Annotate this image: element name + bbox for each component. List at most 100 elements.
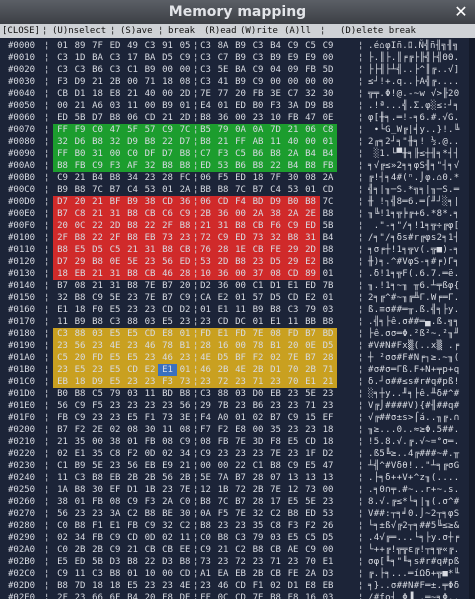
hex-byte[interactable]: A1 [198, 568, 213, 580]
hex-byte[interactable]: D5 [321, 532, 336, 544]
hex-byte[interactable]: 00 [233, 268, 248, 280]
hex-byte[interactable]: B8 [268, 304, 283, 316]
dump-row[interactable]: #00A0 ¦ B8 FB C9 F3 AF 32 B8 B8 ¦ ED 53 B6 B8 22 B4 B8 FB ¦… [0, 160, 475, 172]
hex-byte[interactable]: C5 [55, 352, 70, 364]
hex-byte[interactable]: 01 [321, 136, 336, 148]
hex-byte[interactable]: 23 [73, 592, 88, 599]
hex-byte[interactable]: 01 [216, 100, 231, 112]
hex-byte[interactable]: BB [198, 184, 213, 196]
hex-byte[interactable]: 22 [90, 232, 105, 244]
hex-byte[interactable]: B8 [108, 172, 123, 184]
hex-byte[interactable]: 22 [268, 160, 283, 172]
hex-byte[interactable]: C2 [125, 508, 140, 520]
hex-byte[interactable]: 2B [178, 472, 193, 484]
hex-byte[interactable]: C7 [198, 148, 213, 160]
hex-byte[interactable]: E1 [303, 376, 318, 388]
hex-byte[interactable]: 23 [125, 292, 140, 304]
hex-byte[interactable]: 21 [90, 268, 105, 280]
hex-byte[interactable]: 56 [178, 400, 193, 412]
hex-byte[interactable]: B8 [108, 568, 123, 580]
hex-byte[interactable]: 23 [108, 412, 123, 424]
hex-byte[interactable]: 23 [143, 400, 158, 412]
hex-byte[interactable]: 00 [178, 64, 193, 76]
hex-byte[interactable]: B1 [268, 340, 283, 352]
hex-byte[interactable]: B9 [125, 196, 140, 208]
hex-byte[interactable]: 49 [125, 40, 140, 52]
hex-byte[interactable]: 2B [303, 364, 318, 376]
hex-byte[interactable]: BA [143, 52, 158, 64]
hex-byte[interactable]: B4 [321, 148, 336, 160]
hex-byte[interactable]: E5 [108, 364, 123, 376]
hex-byte[interactable]: 46 [216, 580, 231, 592]
hex-byte[interactable]: FD [90, 352, 105, 364]
hex-byte[interactable]: 18 [73, 376, 88, 388]
hex-byte[interactable]: 56 [160, 472, 175, 484]
hex-byte[interactable]: 7E [198, 88, 213, 100]
hex-byte[interactable]: 23 [286, 388, 301, 400]
hex-byte[interactable]: B8 [90, 136, 105, 148]
hex-byte[interactable]: 29 [286, 244, 301, 256]
hex-byte[interactable]: 7E [268, 448, 283, 460]
hex-byte[interactable]: B4 [268, 40, 283, 52]
hex-byte[interactable]: 00 [321, 52, 336, 64]
hex-byte[interactable]: 7B [321, 280, 336, 292]
hex-byte[interactable]: F4 [198, 412, 213, 424]
hex-byte[interactable]: 10 [268, 112, 283, 124]
hex-byte[interactable]: BA [90, 52, 105, 64]
hex-byte[interactable]: B0 [73, 148, 88, 160]
hex-byte[interactable]: C9 [160, 124, 175, 136]
hex-byte[interactable]: C9 [178, 292, 193, 304]
hex-byte[interactable]: 79 [216, 124, 231, 136]
hex-byte[interactable]: B8 [286, 232, 301, 244]
hex-byte[interactable]: CB [251, 220, 266, 232]
hex-byte[interactable]: 31 [108, 268, 123, 280]
hex-byte[interactable]: B8 [178, 220, 193, 232]
hex-byte[interactable]: B7 [251, 184, 266, 196]
hex-byte[interactable]: 0E [321, 112, 336, 124]
hex-byte[interactable]: 1A [55, 484, 70, 496]
hex-byte[interactable]: F2 [216, 424, 231, 436]
hex-byte[interactable]: FB [321, 160, 336, 172]
dump-row[interactable]: #02E0 ¦ 2F 23 66 6F B4 20 E8 DE ¦ FF 0C CD 7E B8 E8 16 03 ¦… [0, 592, 475, 599]
hex-byte[interactable]: 00 [108, 148, 123, 160]
hex-byte[interactable]: 23 [90, 364, 105, 376]
hex-byte[interactable]: 28 [178, 268, 193, 280]
hex-byte[interactable]: C8 [108, 448, 123, 460]
dump-row[interactable]: #0040 ¦ CB D1 18 E8 21 40 00 2D ¦ 7E 77 20 FB 3E C7 32 30 ¦… [0, 88, 475, 100]
hex-byte[interactable]: D1 [73, 88, 88, 100]
hex-byte[interactable]: 5B [321, 220, 336, 232]
hex-byte[interactable]: FB [143, 436, 158, 448]
hex-byte[interactable]: B7 [160, 292, 175, 304]
dump-row[interactable]: #00F0 ¦ 20 0C 22 2D B8 22 2F B8 ¦ 21 31 B8 CB F6 C9 ED 5B ¦… [0, 220, 475, 232]
hex-byte[interactable]: 72 [233, 556, 248, 568]
hex-byte[interactable]: E9 [160, 460, 175, 472]
hex-byte[interactable]: CB [178, 244, 193, 256]
hex-byte[interactable]: D5 [268, 292, 283, 304]
hex-byte[interactable]: CB [143, 208, 158, 220]
dump-row[interactable]: #0010 ¦ C3 1D BA C3 17 BA D5 C9 ¦ C3 C7 B9 C3 B9 E9 E9 00 ¦… [0, 52, 475, 64]
hex-byte[interactable]: 01 [251, 316, 266, 328]
hex-byte[interactable]: 38 [108, 436, 123, 448]
hex-byte[interactable]: B8 [73, 292, 88, 304]
hex-byte[interactable]: AB [251, 136, 266, 148]
hex-byte[interactable]: 01 [233, 412, 248, 424]
hex-byte[interactable]: C9 [55, 172, 70, 184]
hex-byte[interactable]: C3 [108, 64, 123, 76]
hex-byte[interactable]: B9 [233, 52, 248, 64]
hex-byte[interactable]: F2 [125, 448, 140, 460]
hex-byte[interactable]: 08 [268, 268, 283, 280]
hex-byte[interactable]: 08 [198, 436, 213, 448]
hex-byte[interactable]: B8 [90, 316, 105, 328]
hex-byte[interactable]: 28 [216, 244, 231, 256]
hex-byte[interactable]: 01 [55, 40, 70, 52]
hex-byte[interactable]: 38 [268, 208, 283, 220]
hex-byte[interactable]: C3 [198, 64, 213, 76]
hex-byte[interactable]: 72 [216, 376, 231, 388]
dump-row[interactable]: #00B0 ¦ C9 21 B4 B8 34 23 28 FC ¦ 06 F5 ED 18 7F 30 08 2A ¦… [0, 172, 475, 184]
hex-byte[interactable]: 2E [90, 424, 105, 436]
hex-byte[interactable]: F3 [268, 100, 283, 112]
hex-byte[interactable]: FB [73, 160, 88, 172]
hex-byte[interactable]: 23 [143, 304, 158, 316]
dump-row[interactable]: #00C0 ¦ B9 B8 7C B7 C4 53 01 2A ¦ BB B8 7C B7 C4 53 01 CD ¦… [0, 184, 475, 196]
hex-byte[interactable]: 53 [286, 184, 301, 196]
